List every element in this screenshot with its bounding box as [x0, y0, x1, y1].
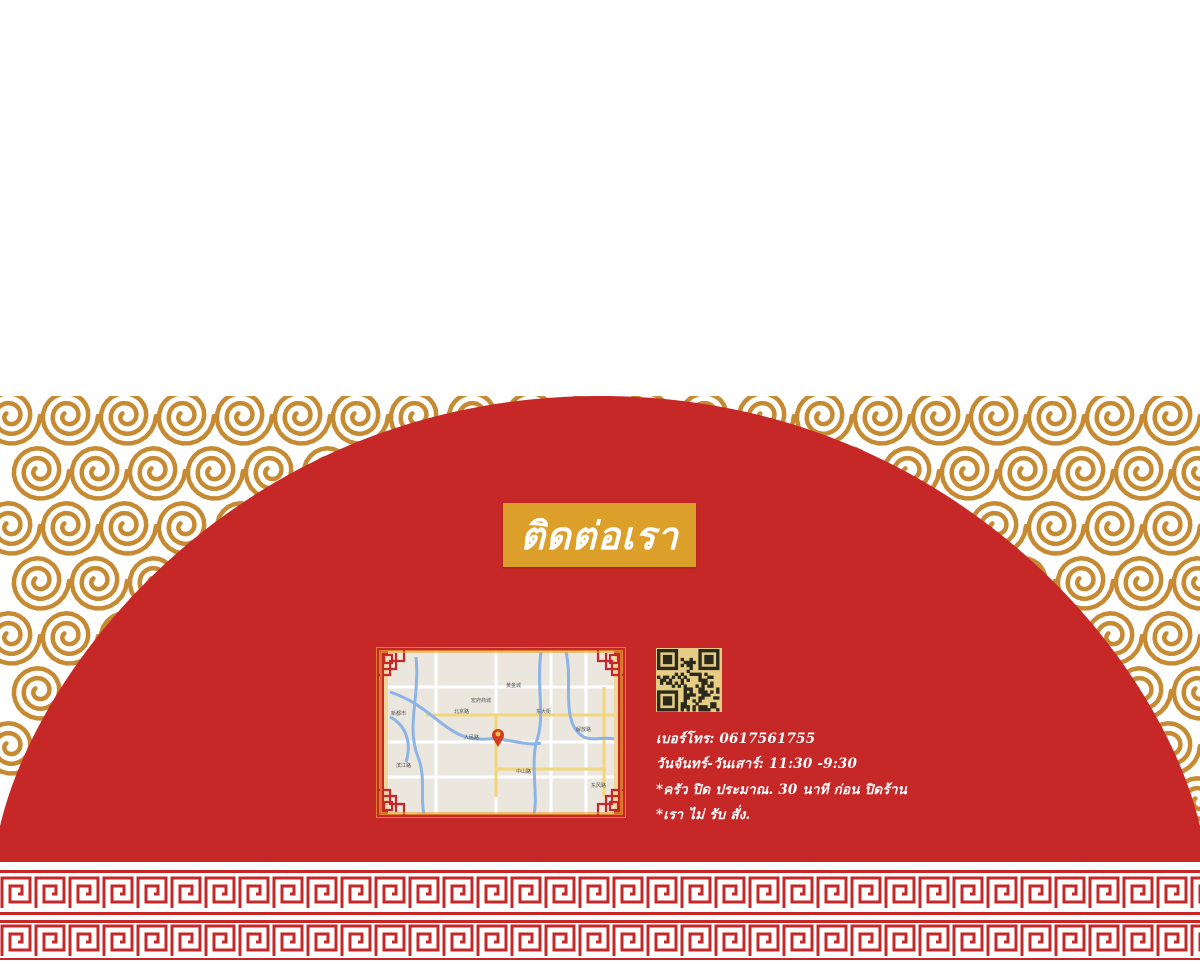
fret-motif — [714, 876, 746, 908]
fret-motif — [1190, 876, 1200, 908]
fret-motif — [986, 876, 1018, 908]
fret-motif — [476, 876, 508, 908]
fret-rule — [0, 920, 1200, 923]
contact-title-badge: ติดต่อเรา — [503, 503, 696, 567]
fret-motif — [646, 924, 678, 956]
kitchen-close-note: *ครัว ปิด ประมาณ. 30 นาที ก่อน ปิดร้าน — [656, 782, 908, 798]
fret-motif — [612, 876, 644, 908]
map-label: 解放路 — [576, 726, 591, 733]
fret-motif — [680, 876, 712, 908]
fret-motif — [952, 876, 984, 908]
fret-motif — [748, 876, 780, 908]
fret-motif — [1088, 924, 1120, 956]
fret-motif — [204, 924, 236, 956]
contact-title: ติดต่อเรา — [520, 512, 679, 558]
fret-motif — [34, 876, 66, 908]
map-label: 黄金城 — [506, 682, 521, 689]
fret-motif — [918, 876, 950, 908]
fret-motif — [374, 876, 406, 908]
fret-motif — [918, 924, 950, 956]
fret-motif — [306, 876, 338, 908]
fret-motif — [816, 876, 848, 908]
fret-motif — [1156, 876, 1188, 908]
fret-motif — [884, 876, 916, 908]
fret-motif — [136, 924, 168, 956]
opening-hours-text: วันจันทร์-วันเสาร์: 11:30 -9:30 — [656, 756, 858, 772]
fret-motif — [850, 876, 882, 908]
fret-motif — [170, 924, 202, 956]
fret-motif — [1122, 924, 1154, 956]
fret-rule — [0, 912, 1200, 915]
fret-motif — [306, 924, 338, 956]
fret-motif — [714, 924, 746, 956]
fret-motif — [136, 876, 168, 908]
fret-motif — [68, 924, 100, 956]
fret-motif — [272, 924, 304, 956]
phone-text: เบอร์โทร: 0617561755 — [656, 731, 816, 747]
map-label: 北京路 — [454, 708, 469, 715]
fret-motif — [204, 876, 236, 908]
fret-motif — [986, 924, 1018, 956]
fret-motif — [612, 924, 644, 956]
fret-motif — [884, 924, 916, 956]
fret-motif — [510, 924, 542, 956]
fret-motif — [238, 876, 270, 908]
fret-motif — [510, 876, 542, 908]
fret-motif — [476, 924, 508, 956]
map-label: 人民路 — [464, 734, 479, 741]
fret-motif — [578, 876, 610, 908]
fret-motif — [850, 924, 882, 956]
fret-motif — [0, 924, 32, 956]
fret-motif — [952, 924, 984, 956]
qr-code-icon[interactable] — [656, 648, 722, 712]
fret-motif — [1122, 876, 1154, 908]
fret-motif — [578, 924, 610, 956]
fret-motif — [68, 876, 100, 908]
fret-motif — [238, 924, 270, 956]
fret-motif — [1156, 924, 1188, 956]
fret-motif — [816, 924, 848, 956]
fret-motif — [748, 924, 780, 956]
map-label: 滨江路 — [396, 762, 411, 769]
fret-motif — [1020, 876, 1052, 908]
fret-motif — [272, 876, 304, 908]
fret-motif — [408, 876, 440, 908]
fret-motif — [340, 924, 372, 956]
fret-motif — [782, 924, 814, 956]
fret-motif — [374, 924, 406, 956]
fret-motif — [340, 876, 372, 908]
fret-border-band — [0, 862, 1200, 960]
fret-motif — [1054, 924, 1086, 956]
fret-motif — [0, 876, 32, 908]
map-label: 新都市 — [391, 710, 406, 717]
fret-motif — [102, 924, 134, 956]
fret-motif — [1054, 876, 1086, 908]
fret-motif — [544, 924, 576, 956]
fret-motif — [646, 876, 678, 908]
map-label: 东大街 — [536, 708, 551, 715]
fret-motif — [408, 924, 440, 956]
fret-rule — [0, 870, 1200, 873]
map-label: 东风路 — [591, 782, 606, 789]
map-label: 中山路 — [516, 768, 531, 775]
fret-motif — [34, 924, 66, 956]
fret-motif — [1088, 876, 1120, 908]
fret-motif — [102, 876, 134, 908]
fret-motif — [1190, 924, 1200, 956]
location-map[interactable]: 黄金城 宏府商城 东大街 北京路 新都市 人民路 解放路 滨江路 中山路 东风路 — [376, 647, 626, 818]
no-order-note: *เรา ไม่ รับ สั่ง. — [656, 807, 751, 823]
fret-motif — [782, 876, 814, 908]
map-label: 宏府商城 — [471, 697, 491, 704]
fret-motif — [544, 876, 576, 908]
fret-motif — [1020, 924, 1052, 956]
fret-motif — [170, 876, 202, 908]
fret-motif — [442, 876, 474, 908]
fret-motif — [680, 924, 712, 956]
fret-motif — [442, 924, 474, 956]
